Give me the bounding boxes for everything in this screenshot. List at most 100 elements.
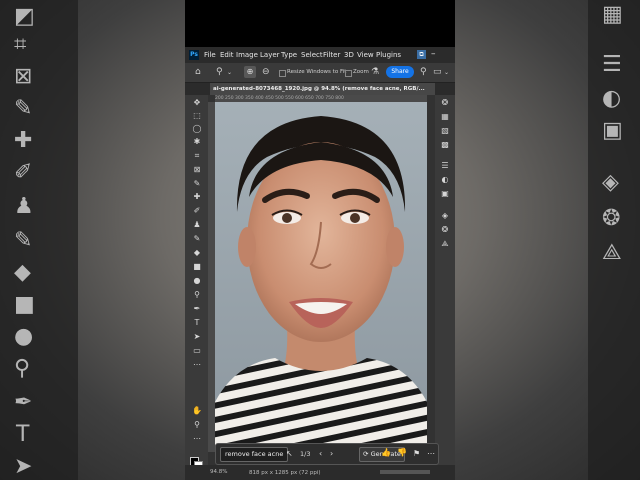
healing-brush-icon[interactable]: ✚ [192,192,202,202]
eraser-icon[interactable]: ◆ [192,248,202,258]
properties-icon[interactable]: ◐ [440,175,450,185]
zoom-in-icon[interactable]: ⊕ [244,66,256,78]
options-bar: ⌂ ⚲ ⌄ ⊕ ⊖ Resize Windows to Fit Zoom ⚗ S… [185,63,455,83]
marquee-icon[interactable]: ⬚ [192,111,202,121]
blurred-frame-icon: ⊠ [14,64,33,89]
blurred-sliders-icon: ☰ [602,52,622,77]
blurred-arrow-icon: ◩ [14,4,35,29]
portrait-photo [215,102,427,452]
menu-file[interactable]: File [204,51,216,59]
blurred-paths-icon: ⟁ [602,240,622,265]
pen-icon[interactable]: ✒ [192,304,202,314]
search-icon[interactable]: ⚲ [420,68,427,77]
horizontal-scrollbar[interactable] [380,470,430,474]
zoom-tool-icon[interactable]: ⚲ [216,68,223,77]
blurred-stamp-icon: ♟ [14,194,34,219]
quick-select-icon[interactable]: ✱ [192,137,202,147]
menu-type[interactable]: Type [281,51,297,59]
lasso-icon[interactable]: ◯ [192,124,202,134]
document-dimensions: 818 px x 1285 px (72 ppi) [249,470,321,476]
menu-plugins[interactable]: Plugins [376,51,401,59]
blurred-crop-icon: ⌗ [14,32,27,57]
color-icon[interactable]: ❂ [440,98,450,108]
zoom-level[interactable]: 94.8% [210,469,227,475]
status-bar: 94.8% 818 px x 1285 px (72 ppi) [185,465,455,480]
move-icon[interactable]: ✥ [192,98,202,108]
blurred-pen-icon: ✒ [14,390,33,415]
type-icon[interactable]: T [192,318,202,328]
edit-toolbar-icon[interactable]: ⋯ [192,434,202,444]
rectangle-icon[interactable]: ▭ [192,346,202,356]
blurred-toolbar-left: ◩ ⌗ ⊠ ✎ ✚ ✐ ♟ ✎ ◆ ■ ● ⚲ ✒ T ➤ [0,0,78,480]
prompt-input[interactable]: remove face acne [220,447,288,462]
more-options-icon[interactable]: ⋯ [427,449,435,459]
letterbox-top [185,0,455,47]
document-tab[interactable]: ai-generated-8073468_1920.jpg @ 94.8% (r… [210,83,435,95]
menu-select[interactable]: Select [301,51,323,59]
dodge-icon[interactable]: ⚲ [192,290,202,300]
resize-windows-label: Resize Windows to Fit [287,69,347,75]
zoom-all-checkbox[interactable] [345,70,352,77]
home-icon[interactable]: ⌂ [195,68,201,77]
blurred-drop-icon: ● [14,324,34,349]
blurred-select-icon: ➤ [14,454,33,479]
blurred-dodge-icon: ⚲ [14,356,31,381]
frame-icon[interactable]: ⊠ [192,165,202,175]
menu-view[interactable]: View [357,51,374,59]
more-tools-icon[interactable]: ⋯ [192,360,202,370]
blurred-history-icon: ✎ [14,228,33,253]
thumbs-up-icon[interactable]: 👍 [381,448,391,458]
paths-icon[interactable]: ⟁ [440,239,450,249]
blurred-healing-icon: ✚ [14,128,33,153]
next-icon[interactable]: › [330,449,333,459]
clone-stamp-icon[interactable]: ♟ [192,220,202,230]
workspace-chevron-icon[interactable]: ⌄ [444,68,449,77]
tools-panel: ✥ ⬚ ◯ ✱ ⌗ ⊠ ✎ ✚ ✐ ♟ ✎ ◆ ■ ● ⚲ ✒ T ➤ ▭ ⋯ … [185,95,208,480]
channels-icon[interactable]: ❂ [440,225,450,235]
libraries-icon[interactable]: ▣ [440,189,450,199]
blurred-grid-icon: ▦ [602,2,623,27]
photoshop-window: Ps File Edit Image Layer Type Select Fil… [185,47,455,480]
panels-dock: ❂ ▦ ▧ ▩ ☰ ◐ ▣ ◈ ❂ ⟁ [435,95,455,480]
chevron-down-icon[interactable]: ⌄ [227,68,232,77]
flag-icon[interactable]: ⚑ [413,449,420,459]
menu-bar: Ps File Edit Image Layer Type Select Fil… [185,47,455,63]
blurred-gradient-icon: ■ [14,292,35,317]
patterns-icon[interactable]: ▩ [440,140,450,150]
document-canvas[interactable] [215,102,427,452]
adjustments-icon[interactable]: ☰ [440,161,450,171]
workspace-icon[interactable]: ▭ [433,68,442,77]
menu-image[interactable]: Image [236,51,258,59]
menu-layer[interactable]: Layer [260,51,280,59]
resize-windows-checkbox[interactable] [279,70,286,77]
menu-edit[interactable]: Edit [220,51,234,59]
flask-icon[interactable]: ⚗ [371,68,379,77]
blur-tool-icon[interactable]: ● [192,276,202,286]
window-arrange-icon[interactable]: ⧉ [417,50,426,59]
brush-icon[interactable]: ✐ [192,206,202,216]
document-tab-bar: ai-generated-8073468_1920.jpg @ 94.8% (r… [185,83,455,95]
ruler-horizontal: 200 250 300 350 400 450 500 550 600 650 … [215,95,427,102]
menu-filter[interactable]: Filter [323,51,340,59]
blurred-circle-icon: ◐ [602,86,622,111]
gradients-icon[interactable]: ▧ [440,126,450,136]
share-button[interactable]: Share [386,66,414,78]
hand-icon[interactable]: ✋ [192,406,202,416]
layers-icon[interactable]: ◈ [440,211,450,221]
swatches-icon[interactable]: ▦ [440,112,450,122]
eyedropper-icon[interactable]: ✎ [192,179,202,189]
path-select-icon[interactable]: ➤ [192,332,202,342]
generate-icon: ⟳ [363,450,369,458]
history-brush-icon[interactable]: ✎ [192,234,202,244]
gradient-icon[interactable]: ■ [192,262,202,272]
crop-icon[interactable]: ⌗ [192,151,202,161]
zoom-icon[interactable]: ⚲ [192,420,202,430]
blurred-channels-icon: ❂ [602,206,621,231]
cursor-icon: ↖ [286,449,293,458]
minimize-icon[interactable]: – [431,49,436,59]
thumbs-down-icon[interactable]: 👎 [397,448,407,458]
menu-3d[interactable]: 3D [344,51,354,59]
blurred-type-icon: T [16,422,30,447]
previous-icon[interactable]: ‹ [319,449,322,459]
zoom-out-icon[interactable]: ⊖ [262,68,270,77]
